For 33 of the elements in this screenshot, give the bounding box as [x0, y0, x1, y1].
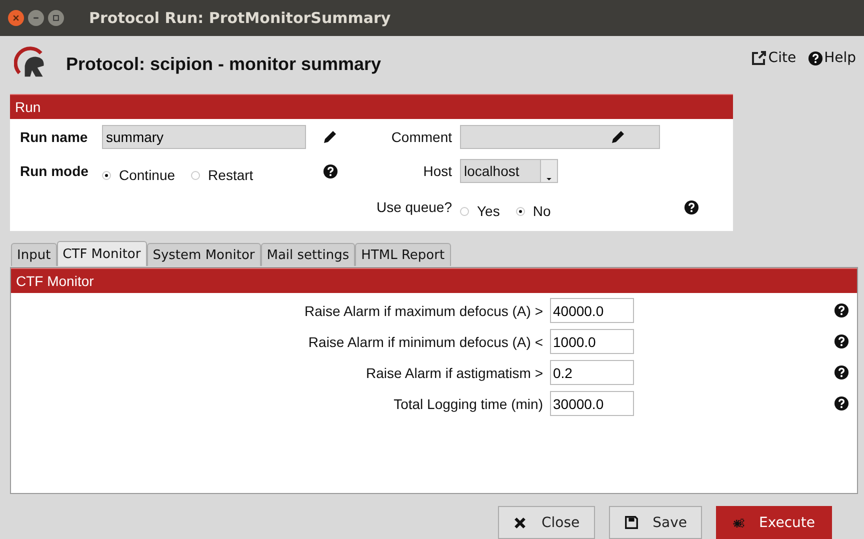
tab[interactable]: Mail settings	[260, 243, 356, 266]
window-title: Protocol Run: ProtMonitorSummary	[89, 9, 391, 27]
header-link[interactable]: Cite	[751, 50, 796, 66]
parameter-label: Total Logging time (min)	[392, 396, 543, 412]
radio-option[interactable]: Yes	[460, 203, 500, 219]
parameter-field[interactable]: 30000.0	[550, 391, 634, 416]
tab[interactable]: CTF Monitor	[56, 241, 147, 266]
run-name-field[interactable]: summary	[102, 125, 306, 149]
radio-option[interactable]: No	[516, 203, 551, 219]
field-label: Use queue?	[376, 199, 452, 215]
parameter-label: Raise Alarm if maximum defocus (A) >	[304, 302, 543, 318]
execute-button[interactable]: Execute	[716, 506, 832, 539]
header-link[interactable]: Help	[808, 50, 856, 66]
close-button[interactable]: Close	[498, 506, 595, 539]
radio-option[interactable]: Restart	[191, 167, 254, 183]
protocol-title: Protocol: scipion - monitor summary	[66, 54, 382, 74]
field-label: Host	[423, 163, 452, 179]
host-dropdown[interactable]: localhost	[460, 159, 558, 183]
field-label: Comment	[391, 129, 452, 145]
save-button[interactable]: Save	[608, 506, 702, 539]
tab[interactable]: Input	[11, 243, 57, 266]
radio-option[interactable]: Continue	[102, 167, 176, 183]
parameter-label: Raise Alarm if minimum defocus (A) <	[307, 334, 543, 350]
field-label: Run name	[20, 129, 89, 145]
tab[interactable]: System Monitor	[146, 243, 261, 266]
tab[interactable]: HTML Report	[355, 243, 451, 266]
parameter-label: Raise Alarm if astigmatism >	[365, 364, 543, 380]
section-header: Run	[10, 94, 733, 119]
section-header: CTF Monitor	[11, 268, 857, 293]
parameter-field[interactable]: 40000.0	[550, 298, 634, 323]
parameter-field[interactable]: 0.2	[550, 360, 634, 385]
parameter-field[interactable]: 1000.0	[550, 329, 634, 354]
field-label: Run mode	[20, 163, 90, 179]
